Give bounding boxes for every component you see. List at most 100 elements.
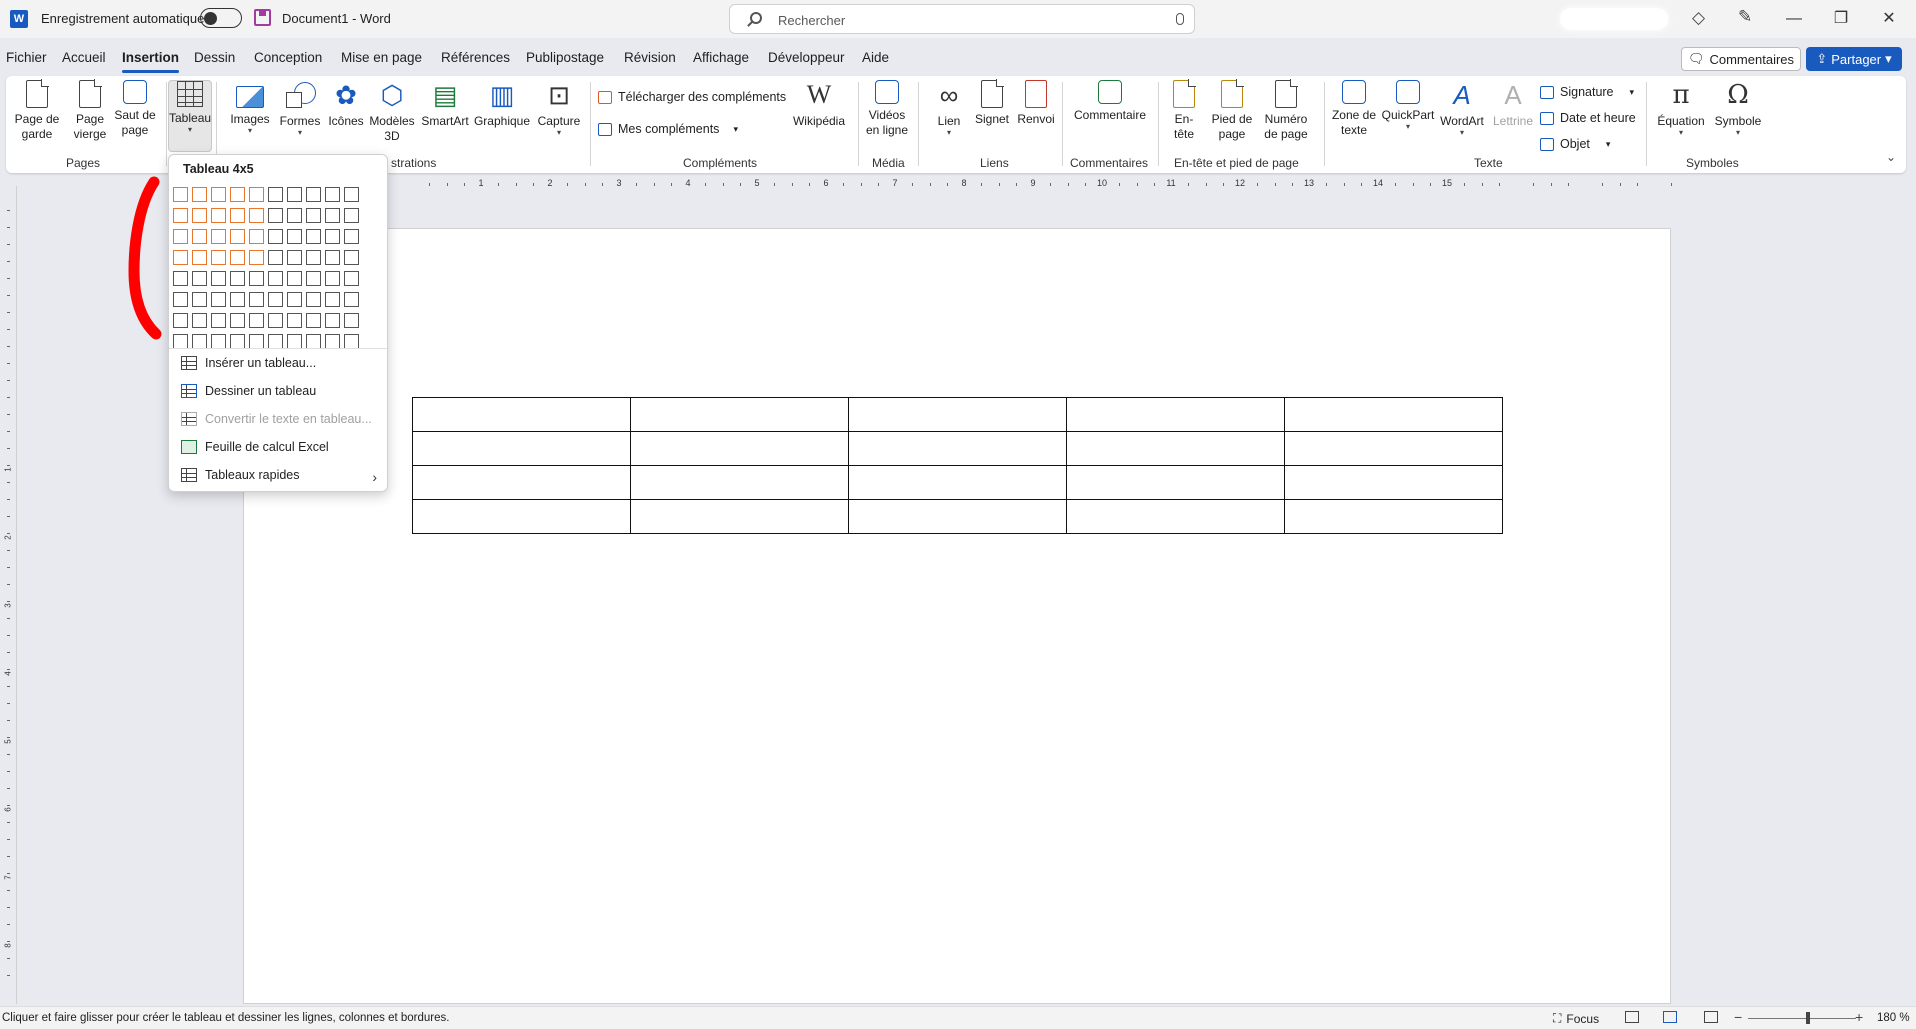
table-grid-cell[interactable] xyxy=(268,292,283,307)
table-grid-cell[interactable] xyxy=(173,229,188,244)
table-cell[interactable] xyxy=(630,397,849,432)
account-avatar[interactable] xyxy=(1560,8,1668,30)
table-grid-cell[interactable] xyxy=(344,250,359,265)
table-grid-cell[interactable] xyxy=(325,208,340,223)
table-cell[interactable] xyxy=(412,499,631,534)
table-cell[interactable] xyxy=(1066,499,1285,534)
table-grid-cell[interactable] xyxy=(287,271,302,286)
tab-accueil[interactable]: Accueil xyxy=(62,50,106,65)
table-grid-cell[interactable] xyxy=(192,229,207,244)
table-grid-cell[interactable] xyxy=(344,313,359,328)
tab-aide[interactable]: Aide xyxy=(862,50,889,65)
table-grid-cell[interactable] xyxy=(325,187,340,202)
textbox-button[interactable]: Zone de texte xyxy=(1326,80,1382,138)
table-grid-cell[interactable] xyxy=(325,313,340,328)
autosave-toggle[interactable] xyxy=(200,8,242,28)
quick-tables-item[interactable]: Tableaux rapides xyxy=(181,468,300,482)
table-size-grid[interactable] xyxy=(173,187,361,353)
table-grid-cell[interactable] xyxy=(306,271,321,286)
table-cell[interactable] xyxy=(1284,465,1503,500)
table-grid-cell[interactable] xyxy=(173,334,188,349)
table-grid-cell[interactable] xyxy=(192,334,207,349)
table-grid-cell[interactable] xyxy=(230,229,245,244)
symbol-button[interactable]: Ω Symbole ▾ xyxy=(1710,80,1766,137)
object-button[interactable]: Objet ▾ xyxy=(1540,137,1610,151)
table-grid-cell[interactable] xyxy=(173,208,188,223)
header-button[interactable]: En- tête xyxy=(1164,79,1204,142)
search-input[interactable]: Rechercher xyxy=(729,4,1195,34)
table-grid-cell[interactable] xyxy=(192,313,207,328)
my-addins-button[interactable]: Mes compléments ▾ xyxy=(598,122,738,136)
save-icon[interactable] xyxy=(254,9,271,26)
restore-button[interactable]: ❐ xyxy=(1826,6,1856,32)
table-grid-cell[interactable] xyxy=(249,271,264,286)
table-grid-cell[interactable] xyxy=(268,229,283,244)
chart-button[interactable]: ▥ Graphique xyxy=(472,80,532,129)
table-cell[interactable] xyxy=(848,397,1067,432)
table-grid-cell[interactable] xyxy=(287,313,302,328)
page-number-button[interactable]: Numéro de page xyxy=(1258,79,1314,142)
table-grid-cell[interactable] xyxy=(268,271,283,286)
table-cell[interactable] xyxy=(1066,431,1285,466)
table-grid-cell[interactable] xyxy=(211,250,226,265)
tab-fichier[interactable]: Fichier xyxy=(6,50,47,65)
table-cell[interactable] xyxy=(630,465,849,500)
table-grid-cell[interactable] xyxy=(211,313,226,328)
equation-button[interactable]: π Équation ▾ xyxy=(1652,80,1710,137)
table-cell[interactable] xyxy=(848,465,1067,500)
capture-button[interactable]: ⊡ Capture ▾ xyxy=(532,80,586,137)
link-button[interactable]: ∞ Lien ▾ xyxy=(928,80,970,137)
table-grid-cell[interactable] xyxy=(230,334,245,349)
table-cell[interactable] xyxy=(1066,465,1285,500)
table-grid-cell[interactable] xyxy=(287,187,302,202)
wikipedia-button[interactable]: W Wikipédia xyxy=(786,80,852,129)
minimize-button[interactable]: — xyxy=(1779,6,1809,32)
datetime-button[interactable]: Date et heure xyxy=(1540,111,1636,125)
table-grid-cell[interactable] xyxy=(287,208,302,223)
table-cell[interactable] xyxy=(848,499,1067,534)
table-grid-cell[interactable] xyxy=(192,292,207,307)
table-cell[interactable] xyxy=(1284,397,1503,432)
table-grid-cell[interactable] xyxy=(306,313,321,328)
online-video-button[interactable]: Vidéos en ligne xyxy=(860,80,914,138)
table-grid-cell[interactable] xyxy=(325,334,340,349)
table-cell[interactable] xyxy=(848,431,1067,466)
table-grid-cell[interactable] xyxy=(249,292,264,307)
signature-button[interactable]: Signature ▾ xyxy=(1540,85,1634,99)
table-grid-cell[interactable] xyxy=(344,271,359,286)
table-grid-cell[interactable] xyxy=(325,229,340,244)
table-grid-cell[interactable] xyxy=(173,250,188,265)
document-page[interactable] xyxy=(243,228,1671,1004)
table-grid-cell[interactable] xyxy=(306,334,321,349)
table-grid-cell[interactable] xyxy=(230,187,245,202)
table-cell[interactable] xyxy=(412,431,631,466)
zoom-out-button[interactable]: − xyxy=(1734,1009,1742,1025)
tab-conception[interactable]: Conception xyxy=(254,50,322,65)
table-grid-cell[interactable] xyxy=(249,313,264,328)
table-grid-cell[interactable] xyxy=(173,292,188,307)
table-grid-cell[interactable] xyxy=(306,208,321,223)
images-button[interactable]: Images ▾ xyxy=(228,80,272,135)
tab-dessin[interactable]: Dessin xyxy=(194,50,235,65)
table-grid-cell[interactable] xyxy=(268,313,283,328)
premium-diamond-icon[interactable]: ◇ xyxy=(1692,8,1705,28)
bookmark-button[interactable]: Signet xyxy=(970,79,1014,127)
table-grid-cell[interactable] xyxy=(344,334,359,349)
document-table[interactable] xyxy=(412,397,1503,534)
table-grid-cell[interactable] xyxy=(268,208,283,223)
table-grid-cell[interactable] xyxy=(211,271,226,286)
zoom-level[interactable]: 180 % xyxy=(1877,1012,1910,1024)
table-grid-cell[interactable] xyxy=(192,271,207,286)
table-grid-cell[interactable] xyxy=(268,187,283,202)
table-grid-cell[interactable] xyxy=(211,292,226,307)
shapes-button[interactable]: Formes ▾ xyxy=(278,80,322,137)
microphone-icon[interactable] xyxy=(1176,13,1184,25)
vertical-ruler[interactable]: 1 2 3 4 5 6 7 8 xyxy=(2,200,16,1000)
pen-icon[interactable]: ✎ xyxy=(1738,7,1752,27)
table-grid-cell[interactable] xyxy=(325,271,340,286)
table-grid-cell[interactable] xyxy=(173,313,188,328)
table-grid-cell[interactable] xyxy=(306,250,321,265)
table-grid-cell[interactable] xyxy=(325,292,340,307)
zoom-in-button[interactable]: + xyxy=(1855,1009,1863,1025)
table-grid-cell[interactable] xyxy=(306,187,321,202)
